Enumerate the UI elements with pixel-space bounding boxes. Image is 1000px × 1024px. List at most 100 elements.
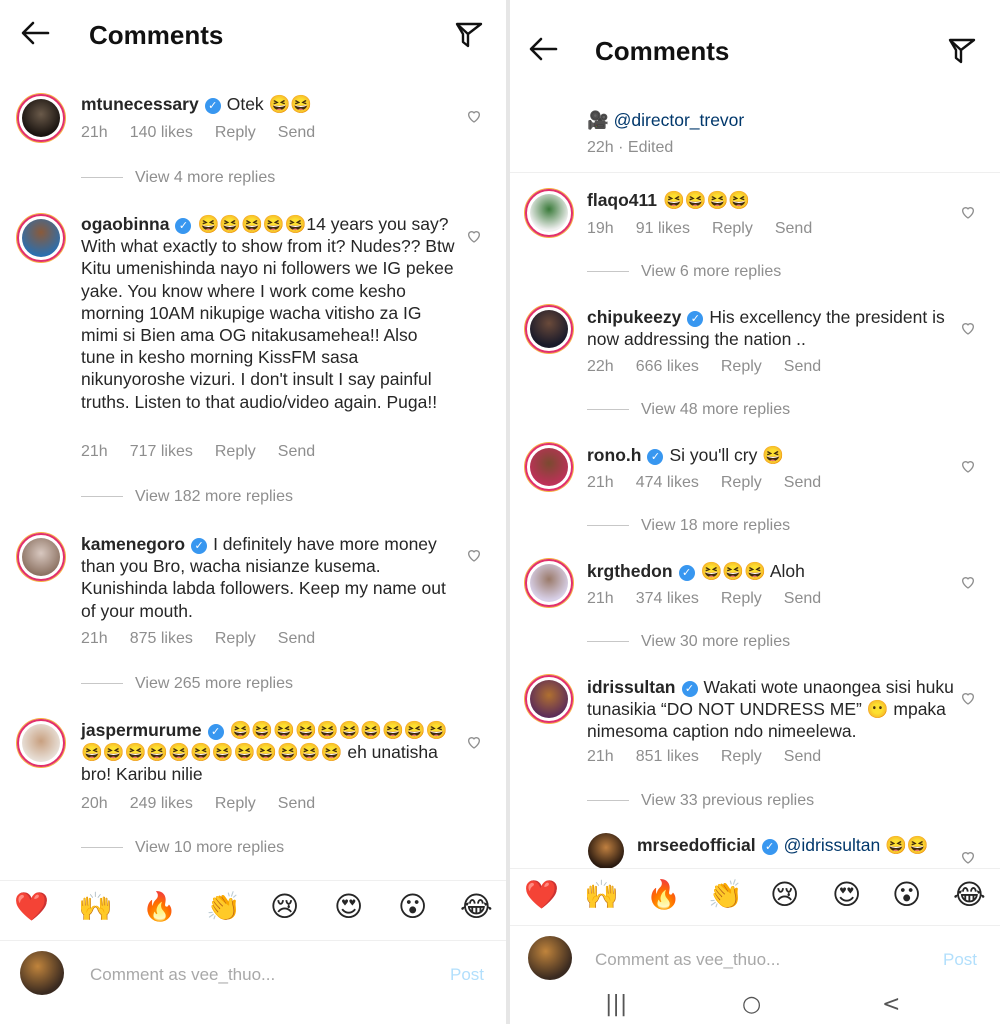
surprised-reaction-icon[interactable]: 😮 <box>892 879 921 911</box>
reply-button[interactable]: Reply <box>721 590 762 607</box>
heart-icon[interactable] <box>960 574 976 590</box>
view-replies-link[interactable]: View 182 more replies <box>81 488 293 506</box>
comment-likes[interactable]: 666 likes <box>636 358 699 375</box>
heart-icon[interactable] <box>960 204 976 220</box>
avatar[interactable] <box>525 675 573 723</box>
reply-button[interactable]: Reply <box>215 124 256 141</box>
avatar[interactable] <box>17 533 65 581</box>
heart-reaction-icon[interactable]: ❤️ <box>14 891 49 923</box>
reply-button[interactable]: Reply <box>215 630 256 647</box>
back-arrow-icon[interactable] <box>528 36 558 68</box>
reply-button[interactable]: Reply <box>215 443 256 460</box>
send-button[interactable]: Send <box>278 630 315 647</box>
avatar[interactable] <box>525 305 573 353</box>
comment-username[interactable]: ogaobinna <box>81 214 169 234</box>
avatar[interactable] <box>17 719 65 767</box>
system-nav-bar: ||| ○ < <box>510 990 1000 1024</box>
heart-icon[interactable] <box>466 228 482 244</box>
back-arrow-icon[interactable] <box>20 20 50 52</box>
comment-time: 20h <box>81 795 108 812</box>
view-replies-link[interactable]: View 33 previous replies <box>587 792 814 810</box>
heart-icon[interactable] <box>960 849 976 865</box>
comment-username[interactable]: jaspermurume <box>81 720 202 740</box>
comment-username[interactable]: rono.h <box>587 445 641 465</box>
comment-input[interactable]: Comment as vee_thuo... <box>90 965 275 985</box>
avatar[interactable] <box>525 443 573 491</box>
send-button[interactable]: Send <box>784 358 821 375</box>
send-button[interactable]: Send <box>278 443 315 460</box>
laughing-reaction-icon[interactable]: 😂 <box>460 891 493 923</box>
fire-reaction-icon[interactable]: 🔥 <box>142 891 177 923</box>
view-replies-link[interactable]: View 30 more replies <box>587 633 790 651</box>
heart-icon[interactable] <box>466 734 482 750</box>
comment-likes[interactable]: 851 likes <box>636 748 699 765</box>
comment-likes[interactable]: 875 likes <box>130 630 193 647</box>
comment-input[interactable]: Comment as vee_thuo... <box>595 950 780 970</box>
comment-likes[interactable]: 474 likes <box>636 474 699 491</box>
post-button[interactable]: Post <box>943 950 977 970</box>
avatar <box>20 951 64 995</box>
view-replies-link[interactable]: View 6 more replies <box>587 263 781 281</box>
back-nav-icon[interactable]: < <box>882 992 900 1017</box>
reply-button[interactable]: Reply <box>721 748 762 765</box>
reply-button[interactable]: Reply <box>712 220 753 237</box>
send-button[interactable]: Send <box>784 748 821 765</box>
view-replies-link[interactable]: View 48 more replies <box>587 401 790 419</box>
send-button[interactable]: Send <box>278 124 315 141</box>
comment-username[interactable]: kamenegoro <box>81 534 185 554</box>
comment-likes[interactable]: 249 likes <box>130 795 193 812</box>
avatar[interactable] <box>525 559 573 607</box>
view-replies-link[interactable]: View 265 more replies <box>81 675 293 693</box>
heart-icon[interactable] <box>960 458 976 474</box>
caption-meta: 22h · Edited <box>587 139 674 156</box>
recent-apps-icon[interactable]: ||| <box>605 992 627 1017</box>
clap-reaction-icon[interactable]: 👏 <box>708 879 743 911</box>
send-icon[interactable] <box>455 22 483 52</box>
laughing-reaction-icon[interactable]: 😂 <box>953 879 986 911</box>
comment-likes[interactable]: 717 likes <box>130 443 193 460</box>
comment-username[interactable]: mtunecessary <box>81 94 199 114</box>
comment-likes[interactable]: 140 likes <box>130 124 193 141</box>
comment-username[interactable]: chipukeezy <box>587 307 681 327</box>
crying-reaction-icon[interactable]: 😢 <box>270 891 299 923</box>
post-button[interactable]: Post <box>450 965 484 985</box>
heart-icon[interactable] <box>466 108 482 124</box>
comment-likes[interactable]: 374 likes <box>636 590 699 607</box>
crying-reaction-icon[interactable]: 😢 <box>770 879 799 911</box>
comment-time: 21h <box>81 630 108 647</box>
view-replies-link[interactable]: View 10 more replies <box>81 839 284 857</box>
send-button[interactable]: Send <box>775 220 812 237</box>
heart-icon[interactable] <box>960 320 976 336</box>
view-replies-link[interactable]: View 18 more replies <box>587 517 790 535</box>
reply-button[interactable]: Reply <box>215 795 256 812</box>
raised-hands-reaction-icon[interactable]: 🙌 <box>78 891 113 923</box>
raised-hands-reaction-icon[interactable]: 🙌 <box>584 879 619 911</box>
heart-icon[interactable] <box>466 547 482 563</box>
send-button[interactable]: Send <box>278 795 315 812</box>
avatar[interactable] <box>588 833 624 869</box>
reply-button[interactable]: Reply <box>721 358 762 375</box>
avatar[interactable] <box>17 214 65 262</box>
heart-eyes-reaction-icon[interactable]: 😍 <box>334 891 363 923</box>
comment-username[interactable]: flaqo411 <box>587 190 657 210</box>
view-replies-link[interactable]: View 4 more replies <box>81 169 275 187</box>
send-button[interactable]: Send <box>784 474 821 491</box>
heart-icon[interactable] <box>960 690 976 706</box>
comment-username[interactable]: mrseedofficial <box>637 835 756 855</box>
heart-reaction-icon[interactable]: ❤️ <box>524 879 559 911</box>
comment-username[interactable]: idrissultan <box>587 677 676 697</box>
send-button[interactable]: Send <box>784 590 821 607</box>
heart-eyes-reaction-icon[interactable]: 😍 <box>832 879 861 911</box>
comment-username[interactable]: krgthedon <box>587 561 673 581</box>
verified-badge-icon: ✓ <box>678 565 695 581</box>
home-icon[interactable]: ○ <box>742 992 761 1017</box>
comment-likes[interactable]: 91 likes <box>636 220 690 237</box>
send-icon[interactable] <box>948 38 976 68</box>
reply-button[interactable]: Reply <box>721 474 762 491</box>
clap-reaction-icon[interactable]: 👏 <box>206 891 241 923</box>
fire-reaction-icon[interactable]: 🔥 <box>646 879 681 911</box>
avatar[interactable] <box>17 94 65 142</box>
surprised-reaction-icon[interactable]: 😮 <box>398 891 427 923</box>
caption-text[interactable]: 🎥 @director_trevor <box>587 109 744 131</box>
avatar[interactable] <box>525 189 573 237</box>
